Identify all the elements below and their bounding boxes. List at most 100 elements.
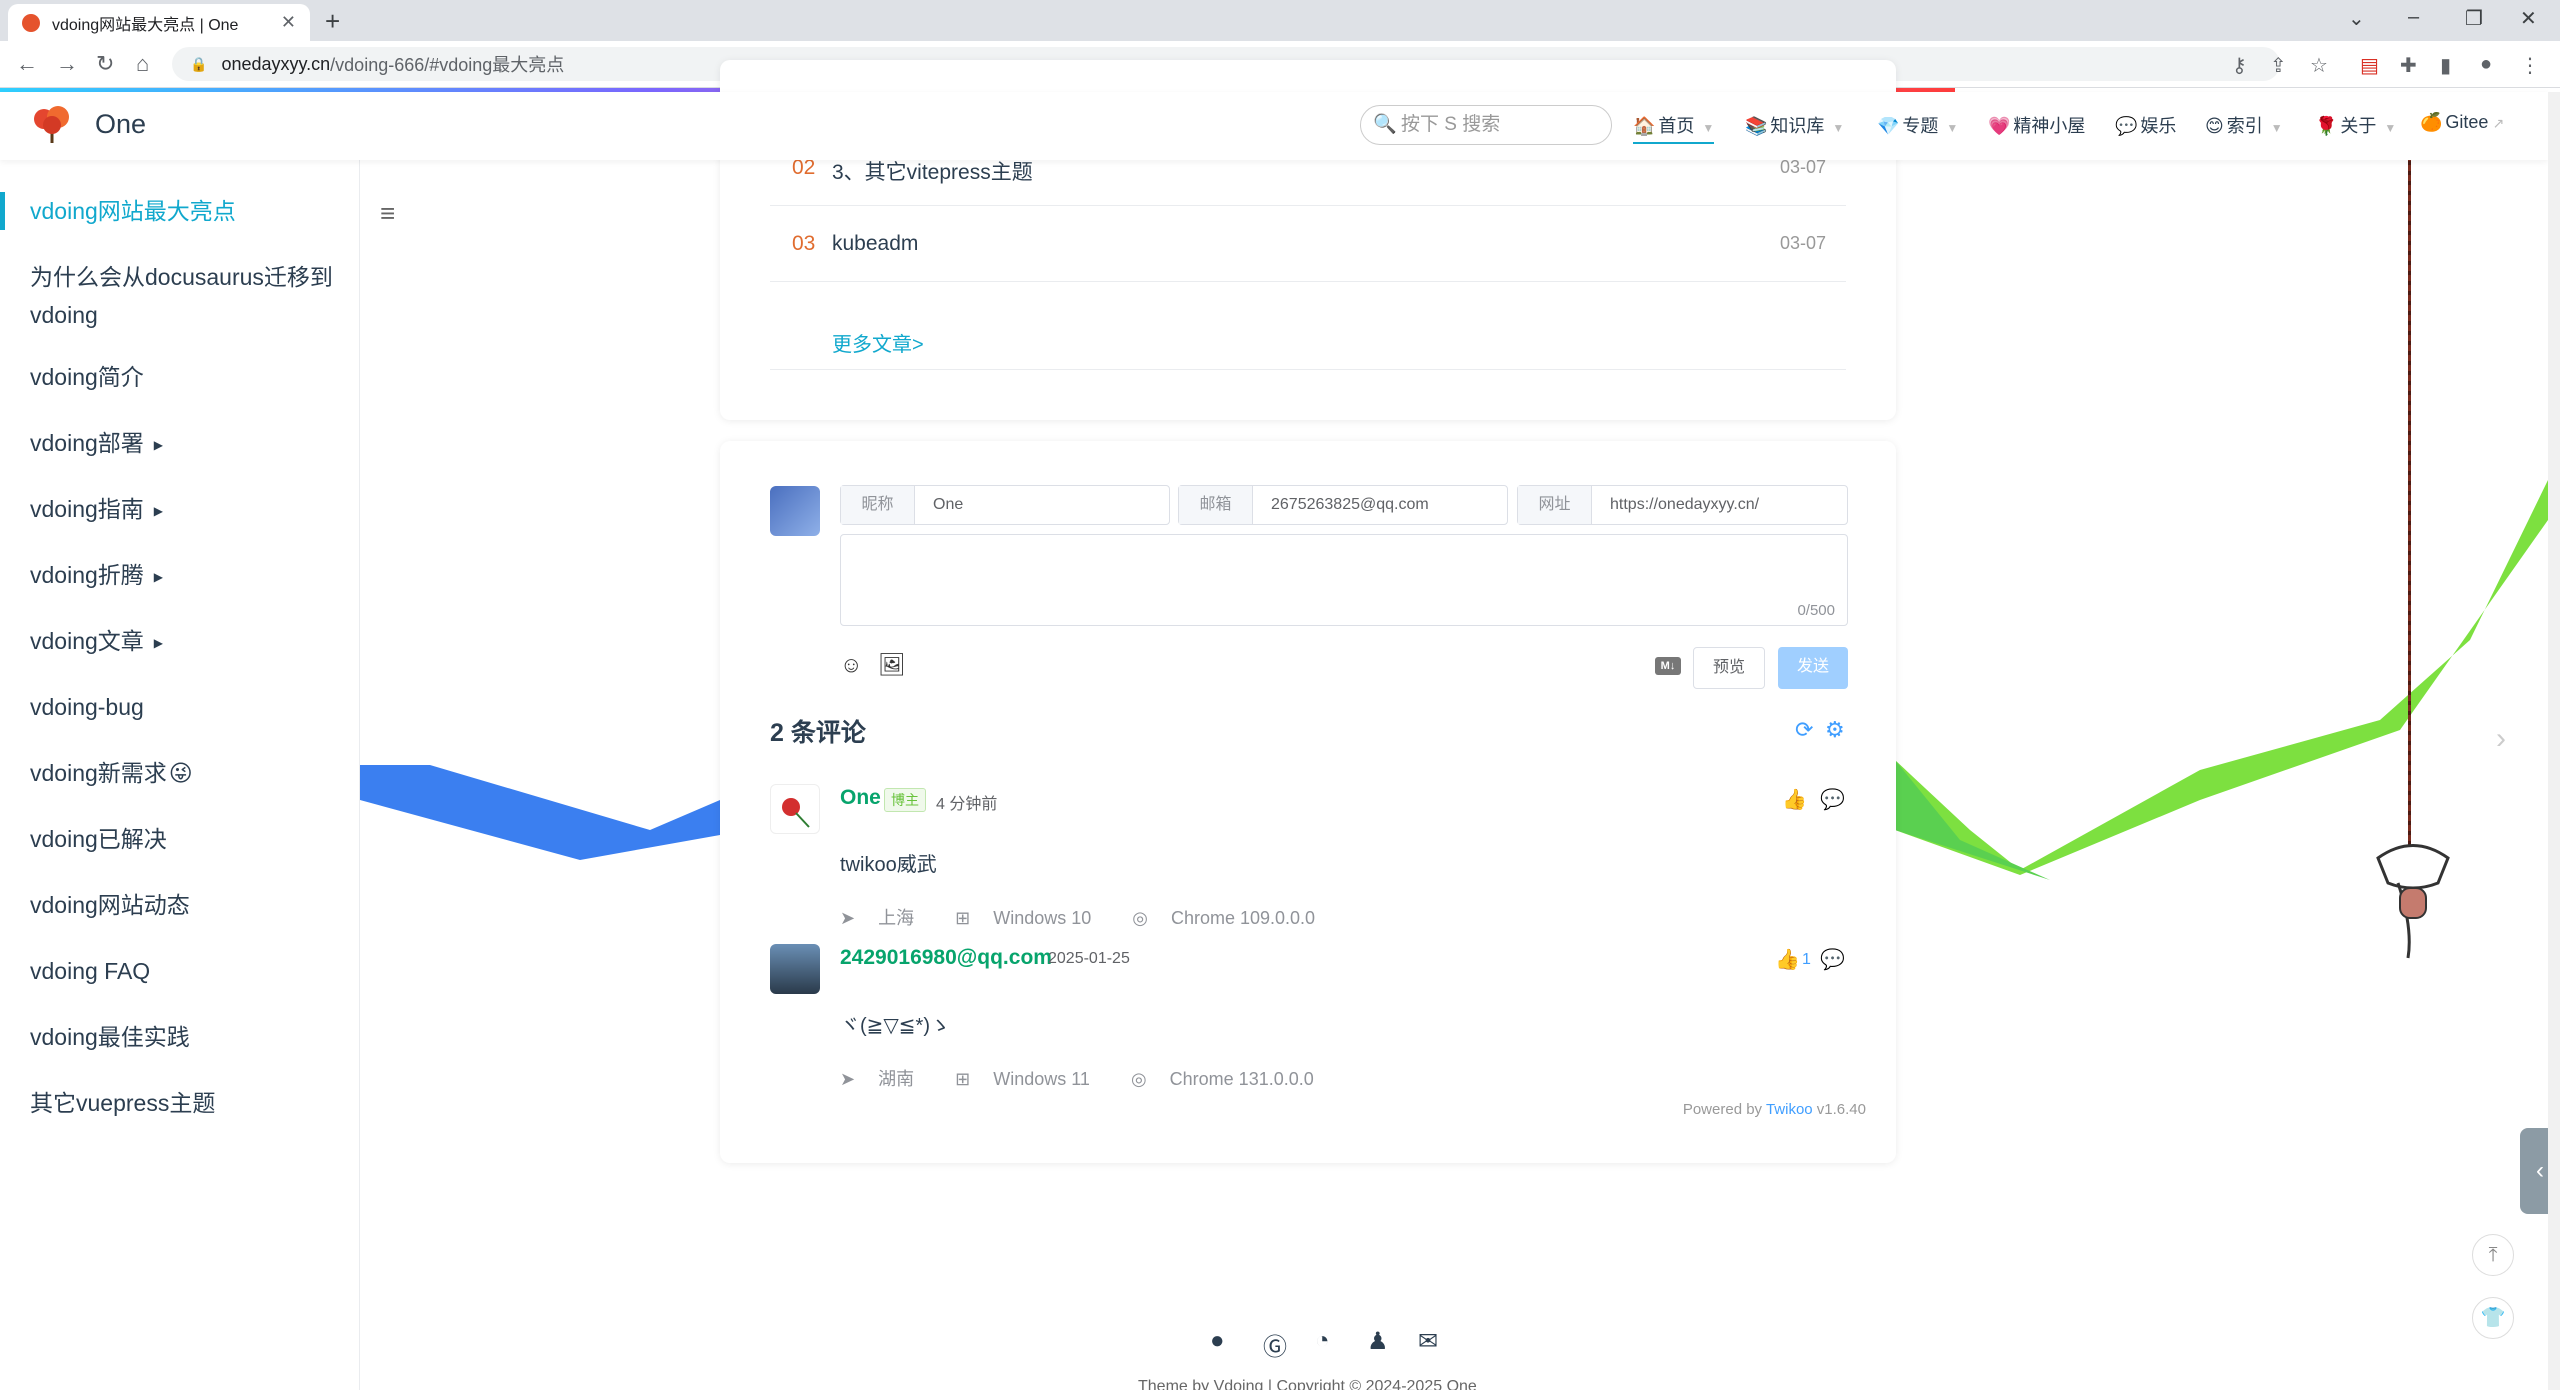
browser-text: Chrome 131.0.0.0: [1169, 1069, 1314, 1089]
tab-search-icon[interactable]: ⌄: [2348, 6, 2365, 31]
sidebar-item-news[interactable]: vdoing网站动态: [30, 886, 340, 924]
comment-textarea[interactable]: 0/500: [840, 534, 1848, 626]
nav-knowledge[interactable]: 📚 知识库 ▼: [1745, 112, 1844, 138]
more-articles-link[interactable]: 更多文章>: [832, 328, 924, 357]
share-icon[interactable]: ⇪: [2270, 53, 2287, 78]
tab-title: vdoing网站最大亮点 | One: [52, 16, 239, 34]
sidepanel-icon[interactable]: ▮: [2440, 53, 2451, 78]
reply-icon[interactable]: 💬: [1820, 947, 1845, 972]
hanging-cat-decoration[interactable]: [2368, 838, 2458, 968]
reload-button[interactable]: ↻: [96, 51, 114, 77]
nav-gitee[interactable]: 🍊 Gitee ↗: [2420, 112, 2504, 133]
github-icon[interactable]: ●: [1210, 1327, 1225, 1355]
sidebar-item-articles[interactable]: vdoing文章 ▶: [30, 622, 340, 662]
sidebar-item-new-request[interactable]: vdoing新需求😜: [30, 754, 340, 792]
email-input[interactable]: 2675263825@qq.com: [1253, 486, 1507, 524]
sidebar-toggle-icon[interactable]: ≡: [380, 198, 395, 229]
site-logo[interactable]: [30, 103, 74, 147]
article-title[interactable]: kubeadm: [832, 232, 918, 256]
chevron-right-icon[interactable]: ›: [2496, 722, 2506, 756]
sidebar-item-bug[interactable]: vdoing-bug: [30, 688, 340, 726]
sidebar-item-resolved[interactable]: vdoing已解决: [30, 820, 340, 858]
url-input[interactable]: https://onedayxyy.cn/: [1592, 486, 1847, 524]
minimize-button[interactable]: –: [2408, 6, 2419, 29]
email-icon[interactable]: ✉: [1418, 1327, 1438, 1356]
sidebar-item-label: vdoing新需求: [30, 760, 167, 786]
sidebar-item-highlight[interactable]: vdoing网站最大亮点: [30, 192, 340, 230]
sidebar-item-faq[interactable]: vdoing FAQ: [30, 952, 340, 990]
email-field[interactable]: 邮箱 2675263825@qq.com: [1178, 485, 1508, 525]
sidebar-item-deploy[interactable]: vdoing部署 ▶: [30, 424, 340, 464]
emoji-icon[interactable]: ☺: [840, 652, 862, 678]
profile-icon[interactable]: ●: [2480, 53, 2492, 76]
sidebar-item-other-themes[interactable]: 其它vuepress主题: [30, 1084, 340, 1122]
powered-by: Powered by Twikoo v1.6.40: [1683, 1101, 1866, 1118]
browser-tab[interactable]: vdoing网站最大亮点 | One ✕: [8, 4, 310, 41]
theme-shirt-button[interactable]: 👕: [2472, 1297, 2514, 1339]
reply-icon[interactable]: 💬: [1820, 787, 1845, 812]
rss-icon[interactable]: ◔: [1315, 1327, 1330, 1355]
sidebar-item-migrate-cont[interactable]: vdoing: [30, 296, 340, 334]
location-text: 湖南: [878, 1069, 915, 1089]
nav-fun[interactable]: 💬 娱乐: [2115, 112, 2176, 138]
nav-spirit[interactable]: 💗 精神小屋: [1988, 112, 2085, 138]
like-icon[interactable]: 👍: [1782, 787, 1807, 812]
new-tab-button[interactable]: +: [325, 6, 340, 37]
close-tab-icon[interactable]: ✕: [281, 12, 296, 33]
browser-text: Chrome 109.0.0.0: [1170, 908, 1316, 928]
book-icon: 📚: [1745, 116, 1768, 136]
home-button[interactable]: ⌂: [136, 51, 149, 77]
active-indicator: [0, 192, 5, 230]
nick-input[interactable]: One: [915, 486, 1169, 524]
lock-icon: 🔒: [190, 55, 208, 72]
favicon-icon: [22, 13, 40, 32]
preview-button[interactable]: 预览: [1693, 647, 1765, 689]
article-title[interactable]: 3、其它vitepress主题: [832, 156, 1033, 186]
nick-field[interactable]: 昵称 One: [840, 485, 1170, 525]
nav-about[interactable]: 🌹 关于 ▼: [2315, 112, 2396, 138]
refresh-icon[interactable]: ⟳: [1795, 717, 1813, 743]
page-scrollbar[interactable]: [2548, 92, 2560, 1390]
qq-icon[interactable]: ♟: [1367, 1327, 1389, 1356]
image-icon[interactable]: 🖼: [878, 652, 906, 678]
back-button[interactable]: ←: [16, 51, 38, 77]
caret-right-icon: ▶: [153, 569, 164, 584]
puzzle-icon[interactable]: ✚: [2400, 53, 2417, 78]
close-window-button[interactable]: ✕: [2520, 6, 2537, 31]
restore-button[interactable]: ❐: [2465, 6, 2483, 31]
gear-icon[interactable]: ⚙: [1825, 717, 1845, 743]
send-button[interactable]: 发送: [1778, 647, 1848, 689]
smile-icon: 😊: [2205, 116, 2224, 136]
back-to-top-button[interactable]: ⤒: [2472, 1234, 2514, 1276]
nav-topics-label: 专题: [1902, 116, 1939, 136]
article-date: 03-07: [1779, 157, 1826, 177]
gitee-icon[interactable]: Ⓖ: [1263, 1327, 1287, 1362]
key-icon[interactable]: ⚷: [2232, 53, 2247, 78]
sidebar-item-best-practice[interactable]: vdoing最佳实践: [30, 1018, 340, 1056]
windows-icon: ⊞: [955, 908, 976, 928]
nav-topics[interactable]: 💎 专题 ▼: [1877, 112, 1958, 138]
nav-index[interactable]: 😊 索引 ▼: [2205, 112, 2283, 138]
twikoo-link[interactable]: Twikoo: [1766, 1101, 1813, 1118]
twikoo-version: v1.6.40: [1812, 1101, 1866, 1118]
url-field[interactable]: 网址 https://onedayxyy.cn/: [1517, 485, 1848, 525]
extension-icon[interactable]: ▤: [2360, 53, 2379, 78]
comment-author[interactable]: One: [840, 786, 881, 810]
list-item[interactable]: 03 kubeadm 03-07: [770, 206, 1846, 282]
sidebar-item-tinker[interactable]: vdoing折腾 ▶: [30, 556, 340, 596]
nav-home[interactable]: 🏠 首页 ▼: [1633, 112, 1715, 144]
bookmark-star-icon[interactable]: ☆: [2310, 53, 2328, 78]
sidebar-item-migrate[interactable]: 为什么会从docusaurus迁移到: [30, 258, 340, 296]
author-badge: 博主: [884, 788, 926, 812]
comment-author[interactable]: 2429016980@qq.com: [840, 946, 1052, 970]
sidebar-item-guide[interactable]: vdoing指南 ▶: [30, 490, 340, 530]
search-input[interactable]: 🔍 按下 S 搜索: [1360, 105, 1612, 145]
menu-icon[interactable]: ⋮: [2520, 53, 2540, 78]
sidebar-item-intro[interactable]: vdoing简介: [30, 358, 340, 396]
email-label: 邮箱: [1179, 486, 1253, 524]
forward-button[interactable]: →: [56, 51, 78, 77]
search-placeholder: 按下 S 搜索: [1401, 114, 1501, 135]
like-icon[interactable]: 👍: [1775, 947, 1800, 972]
site-name[interactable]: One: [95, 109, 146, 140]
sidebar-item-label: vdoing折腾: [30, 562, 144, 588]
